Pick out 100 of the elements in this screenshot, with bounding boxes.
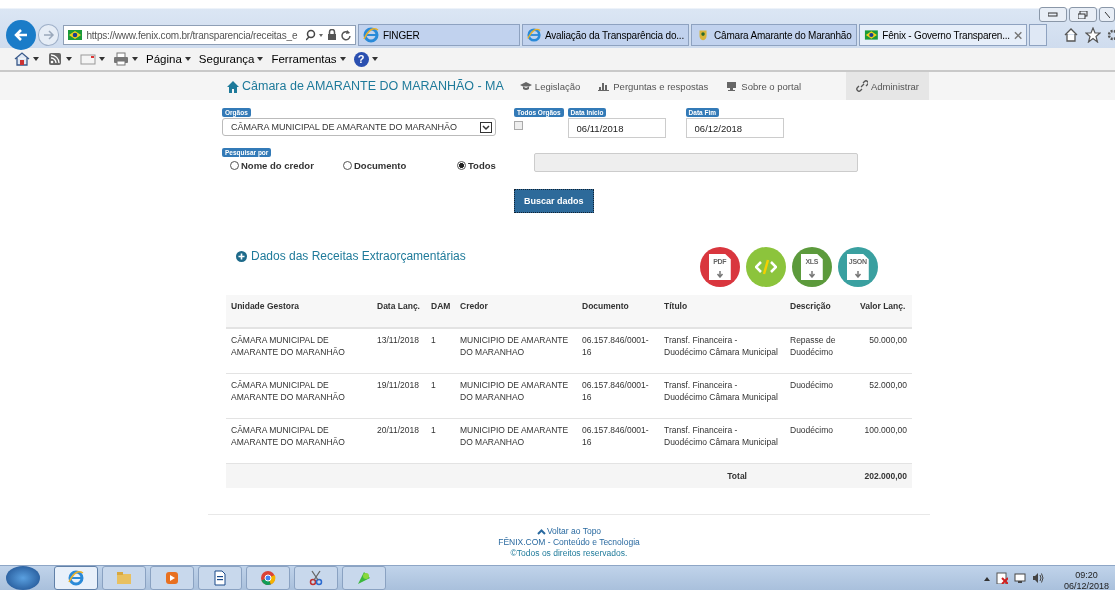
table-cell-text: 50.000,00: [868, 334, 908, 347]
radio-button[interactable]: [230, 161, 239, 170]
caret-up-icon: [983, 575, 990, 581]
table-cell-text: MUNICIPIO DE AMARANTE DO MARANHAO: [459, 424, 570, 449]
table-cell-text: Duodécimo: [789, 424, 834, 437]
browser-logo-icon: [526, 27, 541, 43]
taskbar-app[interactable]: [198, 566, 242, 590]
browser-tab[interactable]: Fênix - Governo Transparen...: [858, 24, 1028, 46]
back-button[interactable]: [6, 20, 36, 50]
scissors-icon: [308, 570, 324, 586]
column-header: Unidade Gestora: [230, 300, 301, 313]
caret-icon: [371, 57, 378, 61]
search-button[interactable]: Buscar dados: [514, 189, 594, 213]
restore-icon: [1078, 10, 1088, 19]
table-cell-text: CÂMARA MUNICIPAL DE AMARANTE DO MARANHÃO: [230, 379, 346, 404]
table-cell-text: 1: [430, 379, 437, 392]
nav-link[interactable]: Perguntas e respostas: [598, 80, 709, 92]
menu-item[interactable]: Segurança: [198, 53, 264, 65]
back-arrow-icon: [12, 27, 29, 43]
radio-option[interactable]: Nome do credor: [230, 159, 343, 172]
code-export-button[interactable]: [745, 247, 786, 287]
clock-time: 09:20: [1075, 570, 1098, 581]
forward-button[interactable]: [37, 24, 60, 46]
start-date-field[interactable]: 06/11/2018: [567, 118, 666, 138]
plus-circle-icon: [236, 250, 247, 262]
lock-icon: [326, 29, 337, 41]
back-to-top-link[interactable]: Voltar ao Topo: [536, 526, 602, 537]
refresh-icon: [339, 29, 352, 41]
browser-tab[interactable]: Câmara Amarante do Maranhão: [691, 24, 857, 46]
feeds-button[interactable]: [47, 51, 72, 67]
dropdown-arrow-icon: [480, 121, 492, 133]
menu-item[interactable]: Ferramentas: [271, 53, 346, 65]
code-icon: [754, 258, 777, 276]
home-button[interactable]: [14, 51, 39, 67]
nav-link[interactable]: Legislação: [519, 80, 581, 92]
column-header: Data Lanç.: [376, 300, 421, 313]
search-icon: [305, 29, 324, 41]
browser-tab[interactable]: FINGER: [357, 24, 520, 46]
chevron-up-icon: [536, 528, 546, 535]
section-title[interactable]: Dados das Receitas Extraorçamentárias: [236, 249, 466, 263]
caret-icon: [66, 57, 72, 61]
column-header: Título: [663, 300, 689, 313]
monitor-icon: [1013, 572, 1026, 584]
home-icon: [14, 51, 30, 67]
radio-button[interactable]: [343, 161, 352, 170]
table-cell-text: 20/11/2018: [376, 424, 420, 437]
company-text: FÊNIX.COM - Conteúdo e Tecnologia: [498, 537, 640, 548]
speaker-icon: [1031, 572, 1044, 584]
home-icon: [226, 79, 239, 93]
taskbar-app[interactable]: [150, 566, 194, 590]
browser-tab[interactable]: Avaliação da Transparência do...: [521, 24, 689, 46]
new-tab-button[interactable]: [1029, 24, 1047, 46]
taskbar-app[interactable]: [102, 566, 146, 590]
table-cell-text: MUNICIPIO DE AMARANTE DO MARANHAO: [459, 379, 570, 404]
caret-icon: [33, 57, 39, 61]
radio-button[interactable]: [457, 161, 466, 170]
app-logo-icon: [356, 570, 372, 586]
address-bar[interactable]: https://www.fenix.com.br/transparencia/receitas_e: [63, 25, 356, 45]
table-cell-text: 06.157.846/0001-16: [581, 424, 650, 449]
checkbox[interactable]: [514, 121, 523, 130]
site-title-link[interactable]: Câmara de AMARANTE DO MARANHÃO - MA: [226, 79, 504, 93]
table-cell-text: 06.157.846/0001-16: [581, 379, 650, 404]
column-header: DAM: [430, 300, 452, 313]
browser-logo-icon: [68, 570, 84, 586]
minimize-button[interactable]: [1039, 7, 1067, 22]
caret-icon: [339, 57, 346, 61]
document-icon: [212, 570, 228, 586]
column-header: Credor: [459, 300, 489, 313]
table-cell-text: MUNICIPIO DE AMARANTE DO MARANHAO: [459, 334, 570, 359]
radio-option[interactable]: Todos: [457, 159, 514, 172]
restore-button[interactable]: [1069, 7, 1097, 22]
table-cell-text: Transf. Financeira - Duodécimo Câmara Municipal: [663, 424, 779, 449]
radio-option[interactable]: Documento: [343, 159, 457, 172]
start-button[interactable]: [6, 566, 40, 590]
column-header: Valor Lanç.: [859, 300, 907, 313]
taskbar-app[interactable]: [54, 566, 98, 590]
caret-icon: [184, 57, 191, 61]
end-date-field[interactable]: 06/12/2018: [685, 118, 784, 138]
taskbar-app[interactable]: [246, 566, 290, 590]
table-cell-text: 1: [430, 424, 437, 437]
table-cell-text: 100.000,00: [863, 424, 908, 437]
bar-chart-icon: [598, 81, 611, 91]
copyright-text: ©Todos os direitos reservados.: [510, 548, 628, 559]
mail-button[interactable]: [80, 51, 105, 67]
table-cell-text: Transf. Financeira - Duodécimo Câmara Municipal: [663, 334, 779, 359]
total-value: 202.000,00: [864, 471, 907, 481]
orgao-select[interactable]: CÂMARA MUNICIPAL DE AMARANTE DO MARANHÃO: [222, 118, 496, 136]
download-arrow-icon: [807, 271, 816, 278]
star-icon: [1085, 27, 1101, 43]
taskbar-app[interactable]: [294, 566, 338, 590]
close-button[interactable]: [1099, 7, 1115, 22]
taskbar-app[interactable]: [342, 566, 386, 590]
print-button[interactable]: [113, 51, 138, 67]
nav-link[interactable]: Sobre o portal: [726, 80, 802, 92]
download-arrow-icon: [853, 271, 862, 278]
folder-icon: [116, 570, 132, 586]
mail-icon: [80, 51, 96, 67]
monitor-icon: [726, 81, 739, 91]
admin-link[interactable]: Administrar: [845, 72, 929, 100]
menu-item[interactable]: Página: [146, 53, 191, 65]
